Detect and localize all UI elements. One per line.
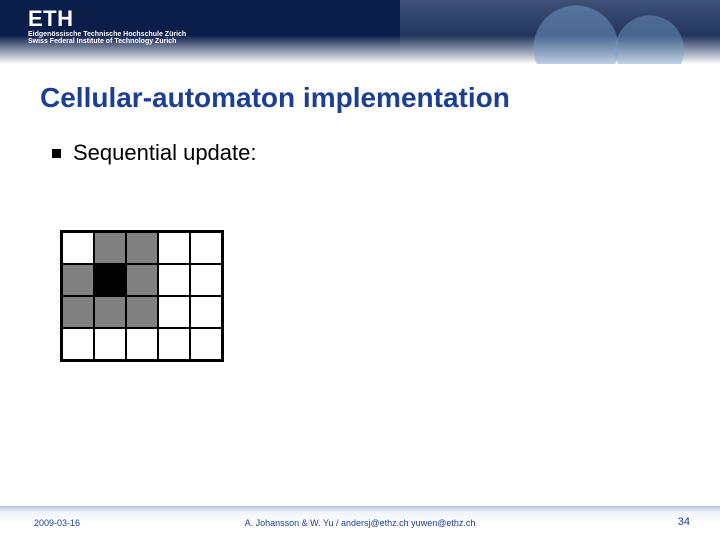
grid-cell (190, 296, 222, 328)
grid-cell (94, 264, 126, 296)
footer-accent (0, 506, 720, 512)
grid-cell (94, 296, 126, 328)
grid-cell (126, 296, 158, 328)
grid-cell (190, 232, 222, 264)
logo-subtitle-2: Swiss Federal Institute of Technology Zu… (28, 38, 186, 46)
grid-cell (190, 264, 222, 296)
grid-cell (158, 264, 190, 296)
grid-cell (158, 232, 190, 264)
grid-cell (126, 232, 158, 264)
bullet-sequential-update: Sequential update: (52, 140, 257, 166)
automaton-grid (60, 230, 224, 362)
header-band: ETH Eidgenössische Technische Hochschule… (0, 0, 720, 64)
slide: ETH Eidgenössische Technische Hochschule… (0, 0, 720, 540)
grid-cell (94, 328, 126, 360)
footer-authors: A. Johansson & W. Yu / andersj@ethz.ch y… (0, 518, 720, 528)
slide-title: Cellular-automaton implementation (40, 82, 510, 114)
grid-cell (126, 264, 158, 296)
grid-cell (94, 232, 126, 264)
footer-bar: 2009-03-16 A. Johansson & W. Yu / anders… (0, 506, 720, 540)
footer-page-number: 34 (678, 516, 690, 528)
grid-cell (62, 232, 94, 264)
logo-text: ETH (28, 6, 186, 32)
grid-cell (126, 328, 158, 360)
grid-cell (62, 328, 94, 360)
grid-cell (62, 296, 94, 328)
grid-cell (62, 264, 94, 296)
grid-cell (158, 328, 190, 360)
grid-cell (190, 328, 222, 360)
eth-logo: ETH Eidgenössische Technische Hochschule… (28, 6, 186, 46)
grid-cell (158, 296, 190, 328)
